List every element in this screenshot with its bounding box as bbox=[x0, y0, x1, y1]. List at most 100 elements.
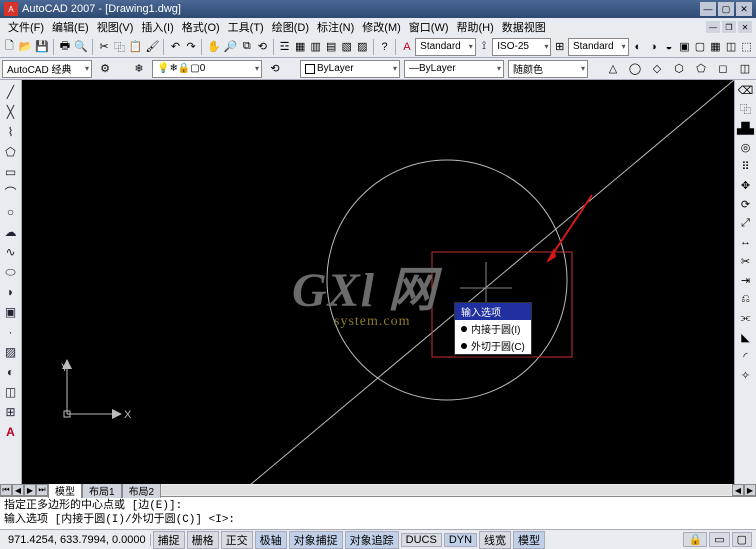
mod-g-icon[interactable]: ◫ bbox=[736, 60, 754, 78]
tab-last-icon[interactable]: ⏭ bbox=[36, 484, 48, 496]
scale-icon[interactable]: ⤢ bbox=[737, 214, 755, 232]
pan-icon[interactable]: ✋ bbox=[206, 38, 222, 56]
color-combo-ctl[interactable]: ByLayer bbox=[300, 60, 400, 78]
menu-draw[interactable]: 绘图(D) bbox=[268, 19, 313, 35]
open-icon[interactable]: 📂 bbox=[18, 38, 34, 56]
join-icon[interactable]: ⫘ bbox=[737, 309, 755, 327]
ellipse-tool-icon[interactable]: ⬭ bbox=[2, 263, 20, 281]
match-icon[interactable]: 🖌 bbox=[145, 38, 161, 56]
lineweight-combo[interactable]: 随颜色 bbox=[508, 60, 588, 78]
array-icon[interactable]: ⠿ bbox=[737, 157, 755, 175]
ext-a-icon[interactable]: ◐ bbox=[631, 38, 646, 56]
zoom-realtime-icon[interactable]: 🔎 bbox=[223, 38, 239, 56]
save-icon[interactable]: 💾 bbox=[34, 38, 50, 56]
calc-icon[interactable]: ▨ bbox=[355, 38, 370, 56]
explode-icon[interactable]: ✧ bbox=[737, 366, 755, 384]
menu-tools[interactable]: 工具(T) bbox=[224, 19, 268, 35]
mod-b-icon[interactable]: ◯ bbox=[626, 60, 644, 78]
hscroll-track[interactable] bbox=[162, 485, 731, 495]
hatch-tool-icon[interactable]: ▨ bbox=[2, 343, 20, 361]
command-window[interactable]: 指定正多边形的中心点或 [边(E)]: 输入选项 [内接于圆(I)/外切于圆(C… bbox=[0, 496, 756, 529]
tab-layout1[interactable]: 布局1 bbox=[82, 482, 122, 498]
sheet-icon[interactable]: ▤ bbox=[324, 38, 339, 56]
ext-d-icon[interactable]: ▣ bbox=[677, 38, 692, 56]
rectangle-tool-icon[interactable]: ▭ bbox=[2, 163, 20, 181]
zoom-window-icon[interactable]: ⧉ bbox=[240, 38, 255, 56]
menu-dataview[interactable]: 数据视图 bbox=[498, 19, 550, 35]
table-style-icon[interactable]: ⊞ bbox=[552, 38, 567, 56]
layer-combo[interactable]: 💡❄🔒▢ 0 bbox=[152, 60, 262, 78]
ext-e-icon[interactable]: ▢ bbox=[693, 38, 708, 56]
menu-view[interactable]: 视图(V) bbox=[93, 19, 138, 35]
workspace-combo[interactable]: AutoCAD 经典 bbox=[2, 60, 92, 78]
line-tool-icon[interactable]: ╱ bbox=[2, 83, 20, 101]
markup-icon[interactable]: ▧ bbox=[339, 38, 354, 56]
text-style-combo[interactable]: Standard bbox=[415, 38, 476, 56]
table-tool-icon[interactable]: ⊞ bbox=[2, 403, 20, 421]
close-button[interactable]: ✕ bbox=[736, 2, 752, 16]
properties-icon[interactable]: ☲ bbox=[277, 38, 292, 56]
spline-tool-icon[interactable]: ∿ bbox=[2, 243, 20, 261]
ducs-toggle[interactable]: DUCS bbox=[401, 533, 442, 547]
mod-d-icon[interactable]: ⬡ bbox=[670, 60, 688, 78]
circle-tool-icon[interactable]: ○ bbox=[2, 203, 20, 221]
offset-icon[interactable]: ◎ bbox=[737, 138, 755, 156]
mod-a-icon[interactable]: △ bbox=[604, 60, 622, 78]
trim-icon[interactable]: ✂ bbox=[737, 252, 755, 270]
mirror-icon[interactable]: ▟▙ bbox=[737, 119, 755, 137]
mdi-close-button[interactable]: ✕ bbox=[738, 21, 752, 33]
paste-icon[interactable]: 📋 bbox=[128, 38, 144, 56]
hscroll-right-icon[interactable]: ▶ bbox=[744, 484, 756, 496]
dyn-toggle[interactable]: DYN bbox=[444, 533, 477, 547]
zoom-prev-icon[interactable]: ⟲ bbox=[255, 38, 270, 56]
menu-file[interactable]: 文件(F) bbox=[4, 19, 48, 35]
tab-layout2[interactable]: 布局2 bbox=[122, 482, 162, 498]
dim-style-icon[interactable]: ⟟ bbox=[477, 38, 492, 56]
move-icon[interactable]: ✥ bbox=[737, 176, 755, 194]
mtext-tool-icon[interactable]: A bbox=[2, 423, 20, 441]
mod-f-icon[interactable]: ◻ bbox=[714, 60, 732, 78]
chamfer-icon[interactable]: ◣ bbox=[737, 328, 755, 346]
point-tool-icon[interactable]: · bbox=[2, 323, 20, 341]
tab-next-icon[interactable]: ▶ bbox=[24, 484, 36, 496]
break-icon[interactable]: ⎌ bbox=[737, 290, 755, 308]
xline-tool-icon[interactable]: ╳ bbox=[2, 103, 20, 121]
hscroll-left-icon[interactable]: ◀ bbox=[732, 484, 744, 496]
layer-prev-icon[interactable]: ⟲ bbox=[266, 60, 284, 78]
extend-icon[interactable]: ⇥ bbox=[737, 271, 755, 289]
workspace-settings-icon[interactable]: ⚙ bbox=[96, 60, 114, 78]
tool-palette-icon[interactable]: ▥ bbox=[308, 38, 323, 56]
menu-insert[interactable]: 插入(I) bbox=[137, 19, 177, 35]
gradient-tool-icon[interactable]: ◐ bbox=[2, 363, 20, 381]
dim-style-combo[interactable]: ISO-25 bbox=[492, 38, 551, 56]
linetype-combo[interactable]: — ByLayer bbox=[404, 60, 504, 78]
rotate-icon[interactable]: ⟳ bbox=[737, 195, 755, 213]
tab-model[interactable]: 模型 bbox=[48, 482, 82, 498]
undo-icon[interactable]: ↶ bbox=[168, 38, 183, 56]
ellipsearc-tool-icon[interactable]: ◗ bbox=[2, 283, 20, 301]
menu-format[interactable]: 格式(O) bbox=[178, 19, 224, 35]
ext-c-icon[interactable]: ◒ bbox=[662, 38, 677, 56]
new-icon[interactable]: 🗋 bbox=[2, 38, 17, 56]
plot-preview-icon[interactable]: 🔍 bbox=[73, 38, 89, 56]
mod-e-icon[interactable]: ⬠ bbox=[692, 60, 710, 78]
designcenter-icon[interactable]: ▦ bbox=[293, 38, 308, 56]
mdi-minimize-button[interactable]: — bbox=[706, 21, 720, 33]
coords-readout[interactable]: 971.4254, 633.7994, 0.0000 bbox=[4, 534, 151, 546]
ext-b-icon[interactable]: ◑ bbox=[646, 38, 661, 56]
mod-c-icon[interactable]: ◇ bbox=[648, 60, 666, 78]
block-tool-icon[interactable]: ▣ bbox=[2, 303, 20, 321]
fillet-icon[interactable]: ◜ bbox=[737, 347, 755, 365]
revcloud-tool-icon[interactable]: ☁ bbox=[2, 223, 20, 241]
minimize-button[interactable]: — bbox=[700, 2, 716, 16]
copy2-icon[interactable]: ⿻ bbox=[737, 100, 755, 118]
ext-h-icon[interactable]: ⬚ bbox=[739, 38, 754, 56]
tab-prev-icon[interactable]: ◀ bbox=[12, 484, 24, 496]
ext-g-icon[interactable]: ◫ bbox=[724, 38, 739, 56]
menu-modify[interactable]: 修改(M) bbox=[358, 19, 405, 35]
mdi-restore-button[interactable]: ❐ bbox=[722, 21, 736, 33]
status-clean-icon[interactable]: ▢ bbox=[732, 532, 752, 547]
status-comm-icon[interactable]: 🔒 bbox=[683, 532, 707, 547]
table-style-combo[interactable]: Standard bbox=[568, 38, 629, 56]
pline-tool-icon[interactable]: ⌇ bbox=[2, 123, 20, 141]
